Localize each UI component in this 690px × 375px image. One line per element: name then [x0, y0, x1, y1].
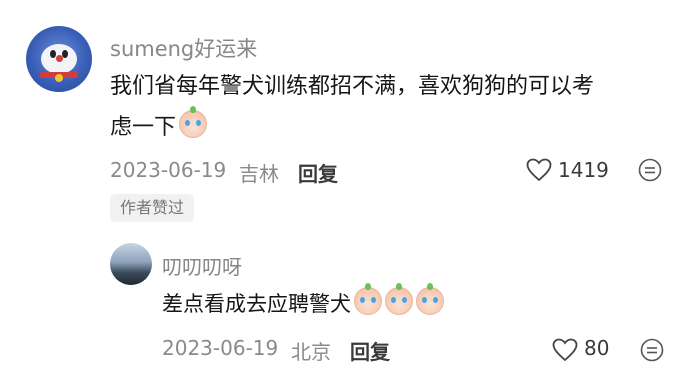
- comment-like-button[interactable]: [526, 158, 552, 182]
- comment-username[interactable]: sumeng好运来: [110, 33, 257, 63]
- comment-location: 吉林: [239, 162, 279, 186]
- more-options-icon: [638, 158, 662, 182]
- comment-more-button[interactable]: [638, 158, 662, 182]
- nose: [56, 55, 63, 62]
- reply-more-button[interactable]: [640, 338, 664, 362]
- comment-text-line1: 我们省每年警犬训练都招不满，喜欢狗狗的可以考: [110, 74, 595, 99]
- crying-face-emoji: [179, 106, 208, 138]
- crying-face-emoji: [354, 283, 382, 315]
- reply-reply-button[interactable]: 回复: [350, 336, 390, 365]
- reply-avatar[interactable]: [110, 243, 152, 285]
- crying-face-emoji: [416, 283, 444, 315]
- comment-reply-button[interactable]: 回复: [298, 158, 338, 187]
- comment-like-count: 1419: [558, 158, 609, 182]
- more-options-icon: [640, 338, 664, 362]
- heart-icon: [552, 338, 578, 362]
- comment-text-line2-content: 虑一下: [110, 115, 177, 140]
- reply-text-content: 差点看成去应聘警犬: [162, 292, 351, 316]
- bell: [55, 74, 63, 82]
- doraemon-face: [41, 44, 77, 74]
- reply-text: 差点看成去应聘警犬: [162, 283, 444, 319]
- comment-date: 2023-06-19: [110, 158, 227, 182]
- crying-face-emoji: [385, 283, 413, 315]
- comment-text-line2: 虑一下: [110, 106, 208, 143]
- heart-icon: [526, 158, 552, 182]
- reply-username[interactable]: 叨叨叨呀: [162, 251, 242, 280]
- reply-location: 北京: [291, 340, 331, 364]
- reply-like-count: 80: [584, 336, 610, 360]
- author-liked-badge: 作者赞过: [110, 194, 195, 222]
- reply-date: 2023-06-19: [162, 336, 279, 360]
- avatar[interactable]: [26, 26, 92, 92]
- reply-like-button[interactable]: [552, 338, 578, 362]
